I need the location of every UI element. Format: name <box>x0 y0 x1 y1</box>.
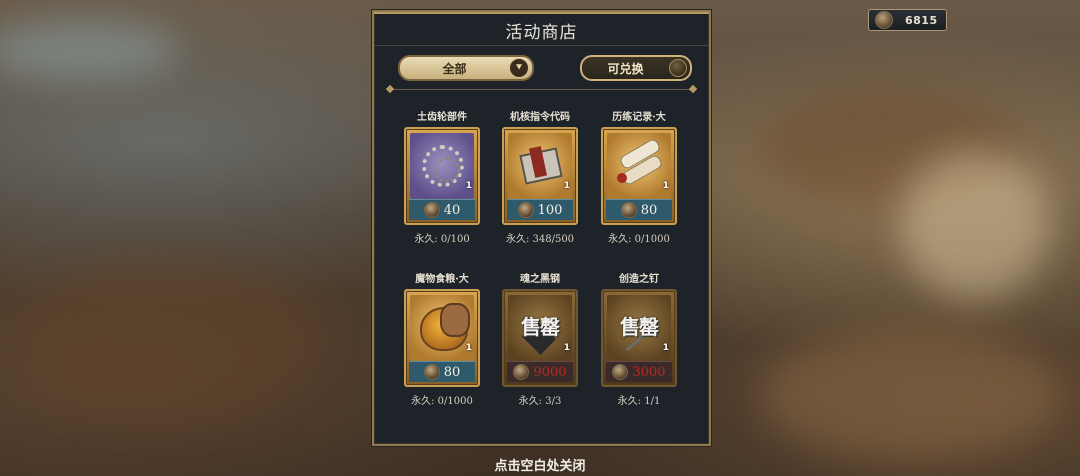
item-quantity: 1 <box>465 181 472 191</box>
item-name: 土齿轮部件 <box>417 112 467 123</box>
item-quantity: 1 <box>662 343 669 353</box>
price-value: 9000 <box>533 364 567 380</box>
shop-item[interactable]: 土齿轮部件 1 40 永久: 0/100 <box>402 111 482 245</box>
item-card[interactable]: 1 100 <box>502 127 578 225</box>
item-price: 80 <box>409 361 475 382</box>
coin-icon <box>517 202 534 218</box>
shop-item[interactable]: 机核指令代码 1 100 永久: 348/500 <box>500 111 580 245</box>
coin-icon <box>423 202 440 218</box>
shop-panel: 活动商店 全部 ⯆ 可兑换 土齿轮部件 1 40 永久: 0/100 机核指令代… <box>372 10 711 446</box>
shop-item[interactable]: 魂之黑钢 售罄 1 9000 永久: 3/3 <box>500 273 580 407</box>
price-value: 100 <box>537 202 563 218</box>
item-card[interactable]: 1 80 <box>601 127 677 225</box>
currency-display: 6815 <box>868 9 947 31</box>
price-value: 40 <box>443 202 461 218</box>
command-code-icon <box>508 133 572 199</box>
price-value: 80 <box>640 202 658 218</box>
item-price: 9000 <box>507 361 573 382</box>
coin-icon <box>513 364 530 380</box>
item-name: 历练记录·大 <box>612 112 666 123</box>
background-table <box>760 330 1060 460</box>
toggle-label: 可兑换 <box>607 61 644 76</box>
item-name: 魔物食粮·大 <box>415 274 469 285</box>
shop-item[interactable]: 创造之钉 售罄 1 3000 永久: 1/1 <box>599 273 679 407</box>
item-name: 机核指令代码 <box>510 112 570 123</box>
item-card[interactable]: 1 80 <box>404 289 480 387</box>
coin-icon <box>620 202 637 218</box>
ornament-divider <box>390 89 693 90</box>
background-crates <box>20 260 320 420</box>
price-value: 80 <box>443 364 461 380</box>
item-price: 40 <box>409 199 475 220</box>
background-light <box>900 150 1050 300</box>
close-hint: 点击空白处关闭 <box>494 459 586 474</box>
monster-food-sack-icon <box>410 295 474 361</box>
purchase-limit: 永久: 348/500 <box>505 234 575 245</box>
shop-title: 活动商店 <box>505 23 578 43</box>
coin-icon <box>875 11 893 29</box>
purchase-limit: 永久: 0/100 <box>414 234 470 245</box>
title-divider <box>374 45 709 46</box>
item-price: 80 <box>606 199 672 220</box>
sold-out-stamp: 售罄 <box>521 315 560 339</box>
item-quantity: 1 <box>662 181 669 191</box>
category-filter-dropdown[interactable]: 全部 ⯆ <box>398 55 534 81</box>
item-name: 创造之钉 <box>619 274 659 285</box>
sold-out-stamp: 售罄 <box>620 315 659 339</box>
chevron-down-icon[interactable]: ⯆ <box>509 58 529 78</box>
item-quantity: 1 <box>465 343 472 353</box>
gear-parts-icon <box>410 133 474 199</box>
item-quantity: 1 <box>563 181 570 191</box>
currency-amount: 6815 <box>905 13 938 27</box>
coin-icon <box>612 364 629 380</box>
purchase-limit: 永久: 1/1 <box>617 396 661 407</box>
toggle-knob[interactable] <box>669 59 687 77</box>
purchase-limit: 永久: 3/3 <box>518 396 562 407</box>
shop-item[interactable]: 历练记录·大 1 80 永久: 0/1000 <box>599 111 679 245</box>
exchangeable-toggle[interactable]: 可兑换 <box>580 55 692 81</box>
item-price: 3000 <box>606 361 672 382</box>
scroll-record-icon <box>607 133 671 199</box>
item-card-sold-out[interactable]: 售罄 1 9000 <box>502 289 578 387</box>
item-price: 100 <box>507 199 573 220</box>
purchase-limit: 永久: 0/1000 <box>608 234 670 245</box>
price-value: 3000 <box>632 364 666 380</box>
item-card[interactable]: 1 40 <box>404 127 480 225</box>
coin-icon <box>423 364 440 380</box>
item-name: 魂之黑钢 <box>520 274 560 285</box>
filter-label: 全部 <box>442 61 467 76</box>
shop-item[interactable]: 魔物食粮·大 1 80 永久: 0/1000 <box>402 273 482 407</box>
item-quantity: 1 <box>563 343 570 353</box>
purchase-limit: 永久: 0/1000 <box>411 396 473 407</box>
item-card-sold-out[interactable]: 售罄 1 3000 <box>601 289 677 387</box>
